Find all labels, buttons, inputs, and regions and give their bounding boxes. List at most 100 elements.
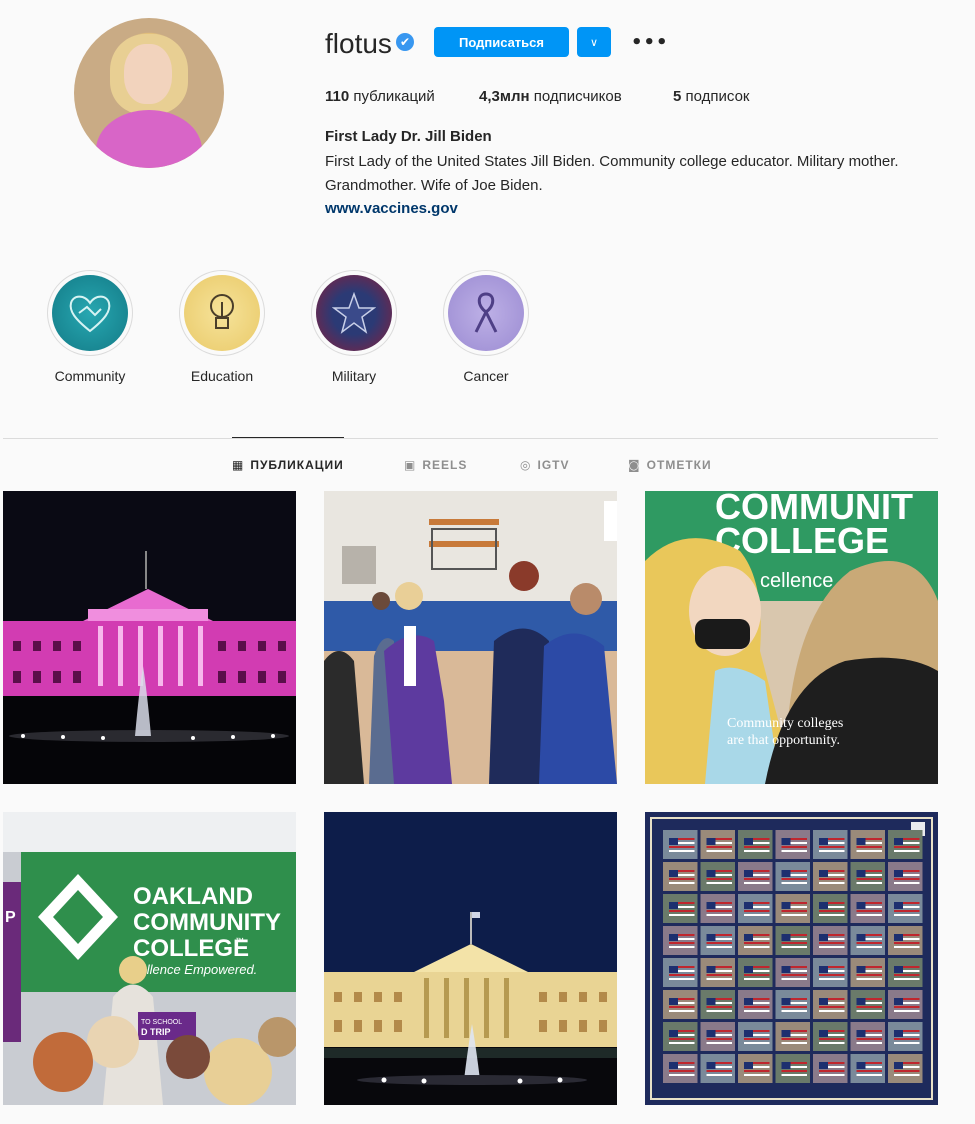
post4-tagline: cellence Empowered. [133, 962, 257, 977]
collage-photo [813, 830, 848, 859]
avatar-dress [96, 110, 202, 168]
following-stat[interactable]: 5 подписок [673, 88, 749, 105]
post4-line2: COMMUNITY [133, 909, 281, 936]
tab-tagged[interactable]: ◙ ОТМЕТКИ [628, 458, 712, 472]
collage-photo [700, 862, 735, 891]
verified-badge-icon: ✔ [396, 33, 414, 51]
profile-website-link[interactable]: www.vaccines.gov [325, 200, 458, 217]
collage-photo [663, 830, 698, 859]
collage-photo [663, 862, 698, 891]
avatar-face [124, 44, 172, 104]
collage-photo [775, 958, 810, 987]
collage-photo [888, 958, 923, 987]
collage-photo [813, 894, 848, 923]
collage-photo [738, 1054, 773, 1083]
highlight-cancer[interactable]: Cancer [443, 270, 529, 384]
suggested-dropdown-button[interactable]: ∨ [577, 27, 611, 57]
collage-photo [700, 958, 735, 987]
post-thumbnail-gym-visit[interactable] [324, 491, 617, 784]
highlight-label: Military [331, 368, 377, 384]
tab-igtv[interactable]: ◎ IGTV [520, 458, 570, 472]
collage-photo [850, 830, 885, 859]
grid-icon: ▦ [232, 458, 245, 472]
post4-podium-line2: D TRIP [141, 1027, 171, 1037]
lightbulb-icon [184, 275, 260, 351]
collage-photo [775, 1022, 810, 1051]
igtv-icon: ◎ [520, 458, 532, 472]
profile-avatar[interactable] [74, 18, 224, 168]
highlight-military[interactable]: Military [311, 270, 397, 384]
post-thumbnail-white-house-pink[interactable] [3, 491, 296, 784]
collage-photo [700, 894, 735, 923]
following-label: подписок [685, 88, 750, 105]
collage-photo [850, 1054, 885, 1083]
highlight-community[interactable]: Community [47, 270, 133, 384]
collage-photo [813, 990, 848, 1019]
tab-reels[interactable]: ▣ REELS [404, 458, 467, 472]
followers-count: 4,3млн [479, 88, 530, 105]
posts-count: 110 [325, 88, 350, 105]
collage-photo [850, 1022, 885, 1051]
tab-posts[interactable]: ▦ ПУБЛИКАЦИИ [232, 458, 344, 472]
star-icon [316, 275, 392, 351]
profile-bio: First Lady of the United States Jill Bid… [325, 153, 899, 194]
collage-photo [850, 990, 885, 1019]
highlight-ring [311, 270, 397, 356]
handshake-heart-icon [52, 275, 128, 351]
highlight-label: Education [190, 368, 254, 384]
awareness-ribbon-icon [448, 275, 524, 351]
collage-photo [888, 830, 923, 859]
highlight-ring [443, 270, 529, 356]
collage-photo [813, 862, 848, 891]
collage-photo [738, 990, 773, 1019]
collage-photo [850, 862, 885, 891]
collage-photo [888, 990, 923, 1019]
collage-photo [850, 894, 885, 923]
post4-trademark: ™ [235, 936, 244, 946]
collage-photo [700, 830, 735, 859]
profile-username: flotus [325, 28, 392, 59]
post-thumbnail-community-college[interactable]: COMMUNIT COLLEGE cellence Community coll… [645, 491, 938, 784]
post4-line3: COLLEGE [133, 935, 249, 962]
tabs-divider [3, 438, 938, 439]
post4-side-text: P [5, 909, 16, 926]
follow-button[interactable]: Подписаться [434, 27, 569, 57]
highlight-ring [179, 270, 265, 356]
post-thumbnail-white-house-night[interactable] [324, 812, 617, 1105]
collage-photo [850, 958, 885, 987]
collage-photo [663, 1054, 698, 1083]
followers-stat[interactable]: 4,3млн подписчиков [479, 88, 622, 105]
collage-photo [813, 1054, 848, 1083]
collage-photo [663, 958, 698, 987]
collage-photo [775, 862, 810, 891]
tab-label: ПУБЛИКАЦИИ [250, 458, 344, 472]
tab-label: ОТМЕТКИ [646, 458, 712, 472]
more-options-icon[interactable]: ••• [625, 27, 668, 57]
active-tab-indicator [232, 437, 344, 438]
tagged-icon: ◙ [628, 458, 641, 472]
highlight-education[interactable]: Education [179, 270, 265, 384]
collage-photo [775, 926, 810, 955]
following-count: 5 [673, 88, 682, 105]
post-thumbnail-flag-collage[interactable] [645, 812, 938, 1105]
post3-caption-line2: are that opportunity. [727, 733, 840, 748]
collage-photo [850, 926, 885, 955]
highlight-label: Community [54, 368, 126, 384]
posts-label: публикаций [353, 88, 435, 105]
collage-photo [663, 926, 698, 955]
collage-photo [738, 862, 773, 891]
collage-photo [813, 1022, 848, 1051]
collage-photo [700, 1022, 735, 1051]
post3-caption-line1: Community colleges [727, 716, 843, 731]
collage-photo [738, 894, 773, 923]
collage-photo [738, 1022, 773, 1051]
reels-icon: ▣ [404, 458, 417, 472]
post4-line1: OAKLAND [133, 883, 253, 910]
collage-photo [775, 830, 810, 859]
collage-photo [775, 990, 810, 1019]
collage-photo [775, 894, 810, 923]
collage-photo [738, 830, 773, 859]
post-thumbnail-oakland-college[interactable]: OAKLAND COMMUNITY COLLEGE ™ cellence Emp… [3, 812, 296, 1105]
post3-small-text: cellence [760, 570, 833, 592]
followers-label: подписчиков [533, 88, 622, 105]
